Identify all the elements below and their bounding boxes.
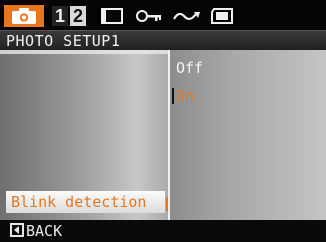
title-bar: PHOTO SETUP1 xyxy=(0,30,326,51)
menu-item-blink-detection[interactable]: Blink detection xyxy=(6,191,165,213)
bottom-bar: BACK xyxy=(0,220,326,242)
tab-memory-card[interactable] xyxy=(210,4,236,28)
menu-item-label: Blink detection xyxy=(11,193,147,211)
tab-2[interactable]: 2 xyxy=(70,6,86,26)
tab-wave[interactable] xyxy=(172,4,202,28)
tab-key[interactable] xyxy=(136,4,162,28)
key-icon xyxy=(136,10,161,22)
back-icon[interactable] xyxy=(10,223,24,237)
tab-bar: 1 2 xyxy=(0,0,326,30)
option-cursor xyxy=(172,88,174,104)
back-button[interactable]: BACK xyxy=(26,220,62,242)
camera-icon xyxy=(12,8,36,24)
screen-mode-icon xyxy=(101,8,123,24)
option-off[interactable]: Off xyxy=(176,58,203,78)
page-title: PHOTO SETUP1 xyxy=(6,32,121,50)
tab-1[interactable]: 1 xyxy=(52,6,68,26)
memory-card-icon xyxy=(211,8,233,24)
option-on[interactable]: On xyxy=(176,86,194,106)
menu-highlight-band xyxy=(0,50,168,54)
tab-camera[interactable] xyxy=(4,5,44,27)
wave-icon xyxy=(173,12,200,21)
tab-screen-mode[interactable] xyxy=(100,4,124,28)
options-panel: Off On xyxy=(170,50,326,220)
